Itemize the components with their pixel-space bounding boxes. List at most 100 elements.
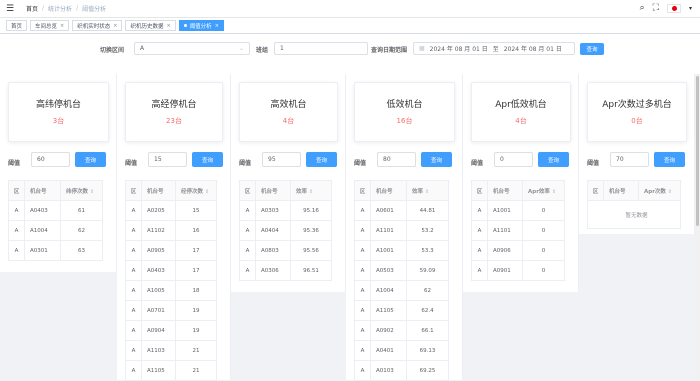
threshold-query-button[interactable]: 查询 — [654, 152, 685, 167]
date-range-picker[interactable]: ▦ 2024 年 08 月 01 日 至 2024 年 08 月 01 日 — [413, 42, 575, 55]
table-cell: A0901 — [487, 260, 523, 281]
table-row[interactable]: A A0701 19 — [125, 300, 217, 321]
table-row[interactable]: A A0401 69.13 — [354, 340, 449, 361]
table-header[interactable]: Apr次数 ⇕ — [638, 180, 681, 201]
chevron-down-icon: ⌄ — [238, 45, 244, 52]
close-icon[interactable]: × — [113, 23, 117, 29]
search-icon[interactable]: ⌕ — [640, 3, 645, 13]
header-label: 经停次数 — [181, 188, 204, 195]
tab-realtime-status[interactable]: 织机实时状态 × — [72, 20, 123, 31]
sort-icon[interactable]: ⇕ — [309, 189, 313, 195]
table-cell: A — [125, 260, 142, 281]
table-cell: A0103 — [370, 360, 407, 381]
threshold-query-button[interactable]: 查询 — [75, 152, 106, 167]
table-header[interactable]: Apr效率 ⇕ — [522, 180, 565, 201]
table-row[interactable]: A A1105 62.4 — [354, 300, 449, 321]
sort-icon[interactable]: ⇕ — [90, 189, 94, 195]
table-header[interactable]: 效率 ⇕ — [406, 180, 449, 201]
table-row[interactable]: A A1001 53.3 — [354, 240, 449, 261]
table-row[interactable]: A A0404 95.36 — [239, 220, 332, 241]
table-row[interactable]: A A1102 16 — [125, 220, 217, 241]
sort-icon[interactable]: ⇕ — [668, 189, 672, 195]
tab-history-data[interactable]: 织机历史数据 × — [125, 20, 176, 31]
table-row[interactable]: A A0803 95.56 — [239, 240, 332, 261]
card-title: 高效机台 — [270, 100, 307, 110]
table-row[interactable]: A A0403 61 — [8, 200, 103, 221]
table-row[interactable]: A A1103 21 — [125, 340, 217, 361]
table-cell: A0503 — [370, 260, 407, 281]
threshold-input[interactable]: 70 — [610, 152, 649, 167]
threshold-query-button[interactable]: 查询 — [192, 152, 223, 167]
table-row[interactable]: A A0601 44.81 — [354, 200, 449, 221]
breadcrumb-home[interactable]: 首页 — [26, 4, 38, 13]
table-row[interactable]: A A1004 62 — [354, 280, 449, 301]
header-label: 机台号 — [261, 188, 278, 195]
group-input[interactable]: 1 — [274, 42, 368, 55]
table-row[interactable]: A A1005 18 — [125, 280, 217, 301]
header-label: Apr效率 — [528, 188, 550, 195]
table-row[interactable]: A A1105 21 — [125, 360, 217, 381]
threshold-input[interactable]: 60 — [31, 152, 70, 167]
header-label: 机台号 — [609, 188, 626, 195]
tab-home[interactable]: 首页 — [6, 20, 28, 31]
table-header[interactable]: 效率 ⇕ — [290, 180, 332, 201]
header-label: 机台号 — [376, 188, 393, 195]
table-row[interactable]: A A0905 17 — [125, 240, 217, 261]
caret-down-icon[interactable]: ▾ — [689, 5, 692, 12]
threshold-input[interactable]: 15 — [148, 152, 187, 167]
threshold-input[interactable]: 95 — [262, 152, 301, 167]
table-cell: A0303 — [255, 200, 291, 221]
high-warp-stop-panel: 高经停机台 23台 阈值 15 查询区机台号 经停次数 ⇕ A A0205 15 A A1102 1… — [117, 74, 231, 381]
area-select[interactable]: A ⌄ — [134, 42, 250, 55]
threshold-query-button[interactable]: 查询 — [421, 152, 452, 167]
table-cell: A0701 — [141, 300, 176, 321]
table-row[interactable]: A A0901 0 — [471, 260, 565, 281]
threshold-input[interactable]: 0 — [494, 152, 533, 167]
fullscreen-icon[interactable]: ⛶ — [653, 3, 659, 13]
table-row[interactable]: A A0303 95.16 — [239, 200, 332, 221]
sort-icon[interactable]: ⇕ — [425, 189, 429, 195]
table-cell: 19 — [175, 320, 217, 341]
table-cell: 17 — [175, 240, 217, 261]
table-cell: 63 — [60, 240, 103, 261]
query-button[interactable]: 查询 — [580, 43, 604, 55]
table-cell: A — [354, 260, 371, 281]
sort-icon[interactable]: ⇕ — [205, 189, 209, 195]
threshold-input[interactable]: 80 — [377, 152, 416, 167]
table-cell: A0404 — [255, 220, 291, 241]
table-row[interactable]: A A0403 17 — [125, 260, 217, 281]
language-flag-icon[interactable] — [666, 3, 681, 13]
table-row[interactable]: A A0306 96.51 — [239, 260, 332, 281]
table-row[interactable]: A A0103 69.25 — [354, 360, 449, 381]
threshold-label: 阈值 — [471, 160, 484, 167]
close-icon[interactable]: × — [215, 23, 219, 29]
summary-card: 高经停机台 23台 — [125, 82, 223, 142]
close-icon[interactable]: × — [60, 23, 64, 29]
table-row[interactable]: A A0906 0 — [471, 240, 565, 261]
table-cell: 19 — [175, 300, 217, 321]
table-cell: A — [125, 340, 142, 361]
close-icon[interactable]: × — [166, 23, 170, 29]
table-row[interactable]: A A1001 0 — [471, 200, 565, 221]
table-row[interactable]: A A1101 0 — [471, 220, 565, 241]
sort-icon[interactable]: ⇕ — [552, 189, 556, 195]
low-efficiency-panel: 低效机台 16台 阈值 80 查询区机台号 效率 ⇕ A A0601 44.81 A A1101 5… — [346, 74, 463, 381]
scrollbar-thumb[interactable] — [696, 76, 699, 226]
table-cell: 0 — [522, 200, 565, 221]
threshold-query-button[interactable]: 查询 — [538, 152, 569, 167]
hamburger-icon[interactable]: ☰ — [6, 4, 20, 14]
table-header[interactable]: 纬停次数 ⇕ — [60, 180, 103, 201]
table-row[interactable]: A A0301 63 — [8, 240, 103, 261]
threshold-query-button[interactable]: 查询 — [306, 152, 337, 167]
tab-workshop-overview[interactable]: 车间总览 × — [30, 20, 70, 31]
table-row[interactable]: A A1101 53.2 — [354, 220, 449, 241]
table-row[interactable]: A A0205 15 — [125, 200, 217, 221]
table-header[interactable]: 经停次数 ⇕ — [175, 180, 217, 201]
tab-threshold-analysis[interactable]: 阈值分析 × — [178, 20, 224, 31]
table-row[interactable]: A A1004 62 — [8, 220, 103, 241]
table-row[interactable]: A A0503 59.09 — [354, 260, 449, 281]
scrollbar[interactable] — [695, 74, 700, 380]
header-label: 区 — [130, 188, 137, 195]
table-row[interactable]: A A0904 19 — [125, 320, 217, 341]
table-row[interactable]: A A0902 66.1 — [354, 320, 449, 341]
